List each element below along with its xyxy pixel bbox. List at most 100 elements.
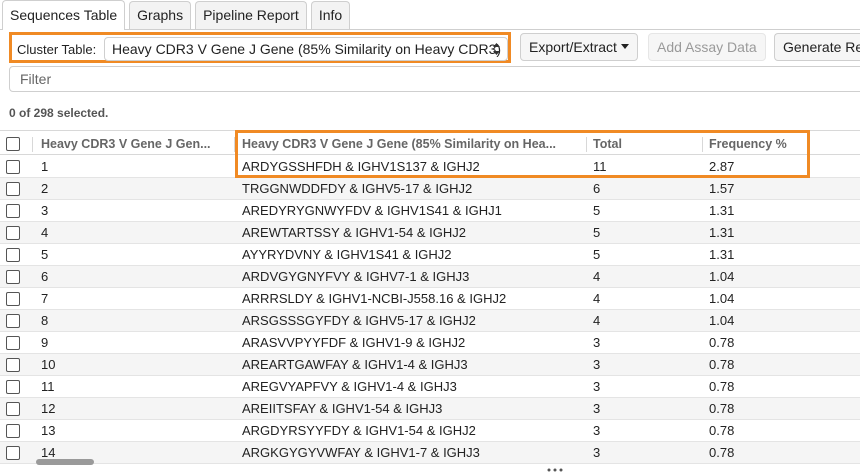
row-frequency: 1.31 — [709, 225, 735, 240]
row-frequency: 0.78 — [709, 379, 735, 394]
row-frequency: 1.04 — [709, 313, 735, 328]
row-gene: AYYRYDVNY & IGHV1S41 & IGHJ2 — [242, 247, 452, 262]
row-gene: AREWTARTSSY & IGHV1-54 & IGHJ2 — [242, 225, 466, 240]
tab-info[interactable]: Info — [310, 1, 351, 29]
row-frequency: 1.57 — [709, 181, 735, 196]
row-cluster-id: 10 — [41, 357, 56, 372]
export-extract-label: Export/Extract — [529, 39, 617, 55]
row-checkbox[interactable] — [6, 222, 24, 244]
column-header-total[interactable]: Total — [593, 133, 693, 155]
row-gene: AREDYRYGNWYFDV & IGHV1S41 & IGHJ1 — [242, 203, 502, 218]
row-cluster-id: 7 — [41, 291, 49, 306]
row-frequency: 1.04 — [709, 269, 735, 284]
row-total: 5 — [593, 203, 601, 218]
table-row[interactable]: 9 ARASVVPYYFDF & IGHV1-9 & IGHJ2 3 0.78 — [0, 332, 860, 354]
row-cluster-id: 12 — [41, 401, 56, 416]
row-checkbox[interactable] — [6, 398, 24, 420]
table-row[interactable]: 10 AREARTGAWFAY & IGHV1-4 & IGHJ3 3 0.78 — [0, 354, 860, 376]
row-gene: TRGGNWDDFDY & IGHV5-17 & IGHJ2 — [242, 181, 473, 196]
row-checkbox[interactable] — [6, 420, 24, 442]
row-total: 3 — [593, 335, 601, 350]
table-row[interactable]: 8 ARSGSSSGYFDY & IGHV5-17 & IGHJ2 4 1.04 — [0, 310, 860, 332]
row-frequency: 0.78 — [709, 335, 735, 350]
cluster-table-select[interactable]: Heavy CDR3 V Gene J Gene (85% Similarity… — [104, 37, 508, 61]
row-total: 3 — [593, 401, 601, 416]
add-assay-data-button[interactable]: Add Assay Data — [648, 33, 766, 61]
row-checkbox[interactable] — [6, 442, 24, 464]
select-all-checkbox[interactable] — [6, 133, 24, 155]
table-row[interactable]: 5 AYYRYDVNY & IGHV1S41 & IGHJ2 5 1.31 — [0, 244, 860, 266]
row-cluster-id: 9 — [41, 335, 49, 350]
row-gene: AREGVYAPFVY & IGHV1-4 & IGHJ3 — [242, 379, 457, 394]
row-total: 3 — [593, 423, 601, 438]
row-frequency: 0.78 — [709, 401, 735, 416]
row-checkbox[interactable] — [6, 244, 24, 266]
row-checkbox[interactable] — [6, 332, 24, 354]
column-header-frequency[interactable]: Frequency % — [709, 133, 809, 155]
row-cluster-id: 6 — [41, 269, 49, 284]
row-total: 4 — [593, 291, 601, 306]
filter-input[interactable]: Filter — [9, 66, 860, 92]
caret-down-icon — [620, 44, 629, 50]
row-gene: ARDYGSSHFDH & IGHV1S137 & IGHJ2 — [242, 159, 480, 174]
selection-count: 0 of 298 selected. — [9, 106, 109, 120]
row-cluster-id: 2 — [41, 181, 49, 196]
row-checkbox[interactable] — [6, 156, 24, 178]
tab-pipeline-report[interactable]: Pipeline Report — [195, 1, 307, 29]
export-extract-button[interactable]: Export/Extract — [520, 33, 638, 61]
row-checkbox[interactable] — [6, 310, 24, 332]
row-frequency: 0.78 — [709, 445, 735, 460]
tab-bar: Sequences Table Graphs Pipeline Report I… — [0, 0, 860, 30]
row-cluster-id: 11 — [41, 379, 55, 394]
row-total: 3 — [593, 445, 601, 460]
table-row[interactable]: 3 AREDYRYGNWYFDV & IGHV1S41 & IGHJ1 5 1.31 — [0, 200, 860, 222]
row-gene: ARSGSSSGYFDY & IGHV5-17 & IGHJ2 — [242, 313, 476, 328]
row-gene: ARDVGYGNYFVY & IGHV7-1 & IGHJ3 — [242, 269, 470, 284]
cluster-table-highlight: Cluster Table: Heavy CDR3 V Gene J Gene … — [9, 32, 511, 63]
more-dots-icon — [547, 468, 563, 472]
sequences-table: Heavy CDR3 V Gene J Gen... Heavy CDR3 V … — [0, 130, 860, 465]
row-checkbox[interactable] — [6, 354, 24, 376]
table-row[interactable]: 13 ARGDYRSYYFDY & IGHV1-54 & IGHJ2 3 0.78 — [0, 420, 860, 442]
table-header-row: Heavy CDR3 V Gene J Gen... Heavy CDR3 V … — [0, 133, 860, 155]
row-total: 3 — [593, 357, 601, 372]
cluster-table-value: Heavy CDR3 V Gene J Gene (85% Similarity… — [112, 41, 502, 57]
row-checkbox[interactable] — [6, 376, 24, 398]
row-total: 3 — [593, 379, 601, 394]
row-total: 5 — [593, 225, 601, 240]
row-cluster-id: 5 — [41, 247, 49, 262]
table-row[interactable]: 12 AREIITSFAY & IGHV1-54 & IGHJ3 3 0.78 — [0, 398, 860, 420]
row-cluster-id: 13 — [41, 423, 56, 438]
column-header-gene[interactable]: Heavy CDR3 V Gene J Gene (85% Similarity… — [242, 133, 582, 155]
row-cluster-id: 8 — [41, 313, 49, 328]
generate-report-button[interactable]: Generate Re — [774, 33, 860, 61]
row-gene: ARGDYRSYYFDY & IGHV1-54 & IGHJ2 — [242, 423, 476, 438]
row-checkbox[interactable] — [6, 200, 24, 222]
row-frequency: 0.78 — [709, 357, 735, 372]
row-cluster-id: 1 — [41, 159, 49, 174]
row-frequency: 1.31 — [709, 203, 735, 218]
row-gene: ARGKGYGYVWFAY & IGHV1-7 & IGHJ3 — [242, 445, 480, 460]
row-frequency: 0.78 — [709, 423, 735, 438]
row-total: 4 — [593, 269, 601, 284]
row-checkbox[interactable] — [6, 288, 24, 310]
table-row[interactable]: 7 ARRRSLDY & IGHV1-NCBI-J558.16 & IGHJ2 4 1… — [0, 288, 860, 310]
row-total: 5 — [593, 247, 601, 262]
select-updown-icon — [493, 43, 500, 55]
row-frequency: 1.31 — [709, 247, 735, 262]
horizontal-scrollbar[interactable] — [36, 459, 94, 465]
tab-sequences-table[interactable]: Sequences Table — [2, 0, 126, 30]
table-row[interactable]: 2 TRGGNWDDFDY & IGHV5-17 & IGHJ2 6 1.57 — [0, 178, 860, 200]
row-gene: AREARTGAWFAY & IGHV1-4 & IGHJ3 — [242, 357, 468, 372]
row-frequency: 1.04 — [709, 291, 735, 306]
table-row[interactable]: 1 ARDYGSSHFDH & IGHV1S137 & IGHJ2 11 2.87 — [0, 156, 860, 178]
column-header-cluster-id[interactable]: Heavy CDR3 V Gene J Gen... — [41, 133, 216, 155]
table-row[interactable]: 14 ARGKGYGYVWFAY & IGHV1-7 & IGHJ3 3 0.78 — [0, 442, 860, 464]
tab-graphs[interactable]: Graphs — [129, 1, 192, 29]
table-row[interactable]: 11 AREGVYAPFVY & IGHV1-4 & IGHJ3 3 0.78 — [0, 376, 860, 398]
row-cluster-id: 3 — [41, 203, 49, 218]
table-row[interactable]: 4 AREWTARTSSY & IGHV1-54 & IGHJ2 5 1.31 — [0, 222, 860, 244]
row-checkbox[interactable] — [6, 178, 24, 200]
row-checkbox[interactable] — [6, 266, 24, 288]
table-row[interactable]: 6 ARDVGYGNYFVY & IGHV7-1 & IGHJ3 4 1.04 — [0, 266, 860, 288]
